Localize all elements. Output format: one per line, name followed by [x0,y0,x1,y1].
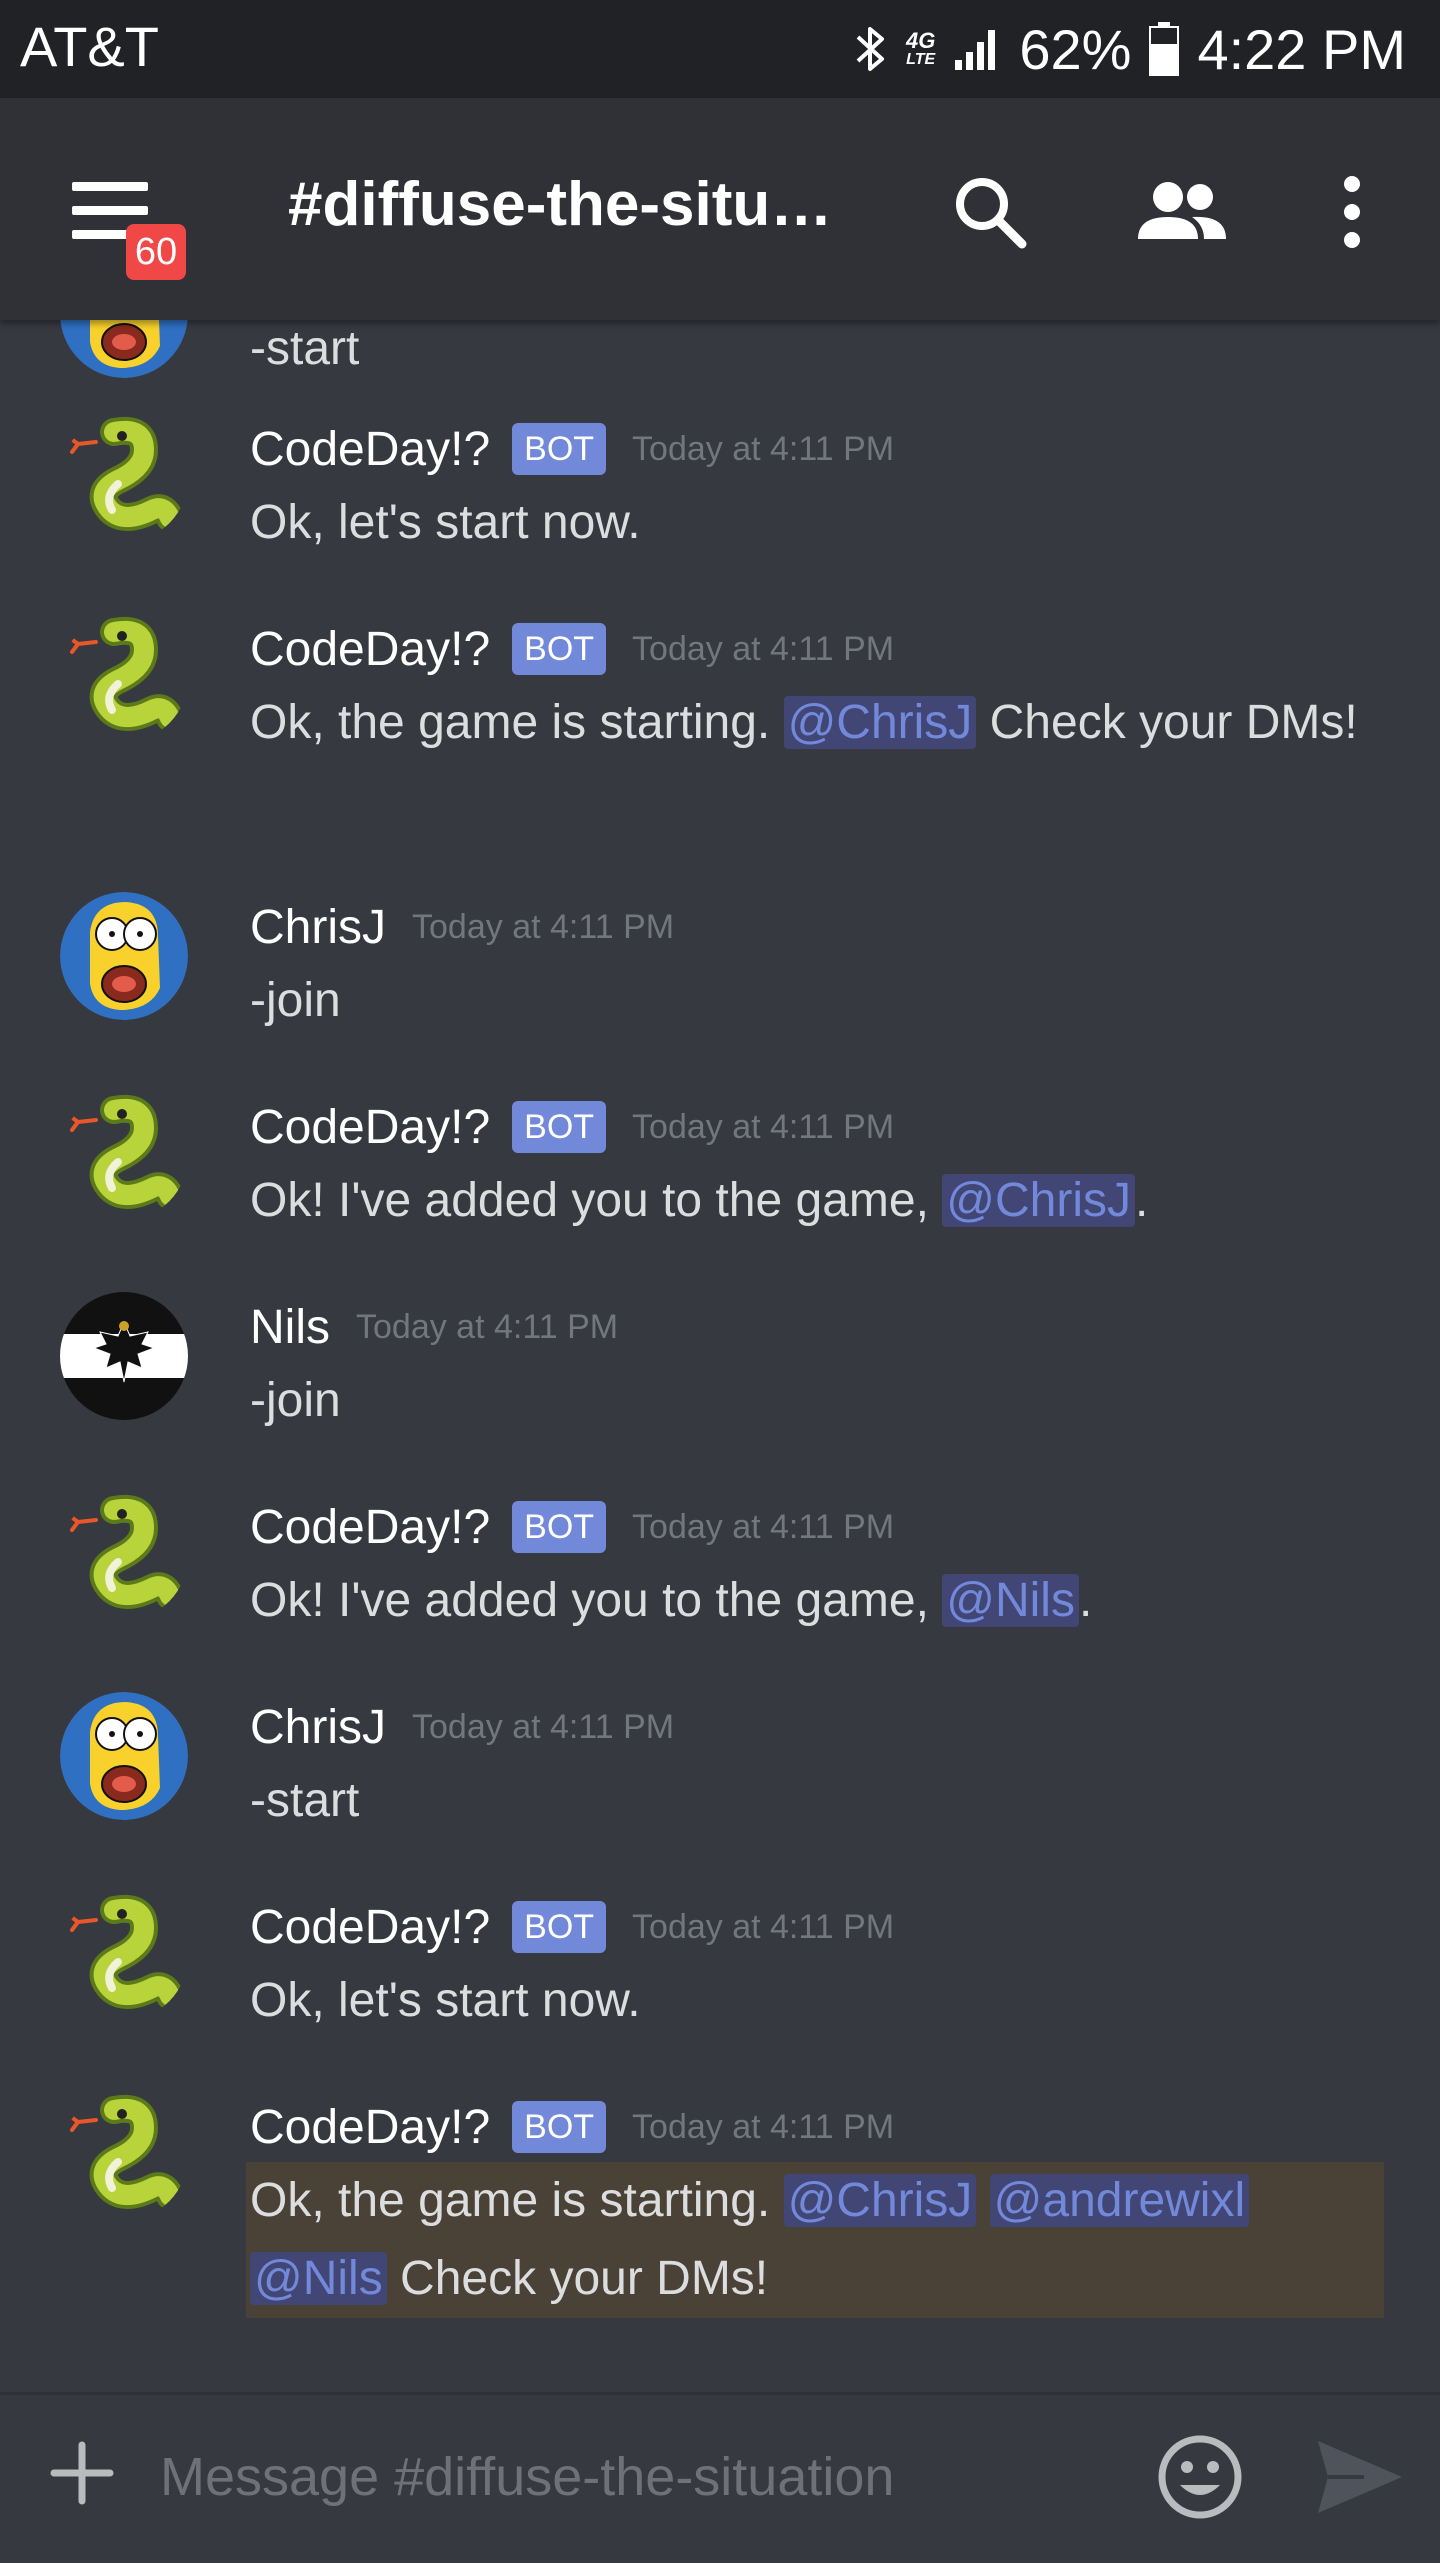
snake-avatar[interactable] [60,414,188,542]
status-bar: AT&T 4G LTE 62% 4:22 PM [0,0,1440,98]
homer-avatar[interactable] [60,892,188,1020]
message-header: CodeDay!? BOT Today at 4:11 PM [250,1892,894,1962]
bot-tag: BOT [512,1501,607,1553]
message-content: Ok, the game is starting. @ChrisJ Check … [250,684,1380,762]
homer-avatar[interactable] [60,1692,188,1820]
add-attachment-button[interactable] [46,2437,118,2509]
message-header: ChrisJ Today at 4:11 PM [250,1692,674,1762]
network-type-icon: 4G LTE [906,30,935,68]
user-mention[interactable]: @ChrisJ [783,2174,977,2227]
message-content: -start [250,1774,360,1827]
status-icons: 4G LTE 62% 4:22 PM [854,14,1406,84]
username[interactable]: CodeDay!? [250,2100,490,2155]
username[interactable]: CodeDay!? [250,1900,490,1955]
message-header: ChrisJ Today at 4:11 PM [250,892,674,962]
bot-tag: BOT [512,423,607,475]
message-content: -join [250,1374,341,1427]
send-icon [1318,2441,1402,2513]
message-content: -join [250,974,341,1027]
battery-percent: 62% [1019,17,1132,81]
snake-avatar[interactable] [60,1092,188,1220]
send-button[interactable] [1314,2437,1406,2517]
signal-icon [953,26,1001,72]
bot-tag: BOT [512,2101,607,2153]
network-sub-label: LTE [906,51,936,68]
emoji-button[interactable] [1156,2433,1244,2521]
search-button[interactable] [942,164,1038,260]
members-button[interactable] [1134,164,1230,260]
clock: 4:22 PM [1197,17,1406,81]
timestamp: Today at 4:11 PM [356,1307,619,1346]
channel-title[interactable]: #diffuse-the-situ… [288,160,888,250]
content-text: . [1078,1574,1093,1627]
message-content: Ok, let's start now. [250,496,641,549]
username[interactable]: CodeDay!? [250,1500,490,1555]
content-text: Ok! I've added you to the game, [250,1574,943,1627]
search-icon [956,178,1027,249]
more-vertical-icon [1344,176,1360,248]
username[interactable]: Nils [250,1300,330,1355]
bluetooth-icon [854,23,888,75]
message-header: CodeDay!? BOT Today at 4:11 PM [250,414,894,484]
message-content: Ok! I've added you to the game, @Nils. [250,1562,1380,1640]
timestamp: Today at 4:11 PM [632,1107,895,1146]
message-input[interactable] [158,2421,1122,2533]
message-content: Ok, let's start now. [250,1974,641,2027]
members-icon [1138,182,1226,239]
eagle-flag-avatar[interactable] [60,1292,188,1420]
content-text: Ok, the game is starting. [250,2174,784,2227]
username[interactable]: ChrisJ [250,900,386,955]
snake-avatar[interactable] [60,2092,188,2220]
snake-avatar[interactable] [60,614,188,742]
user-mention[interactable]: @Nils [250,2252,387,2305]
timestamp: Today at 4:11 PM [632,629,895,668]
bot-tag: BOT [512,623,607,675]
message-header: Nils Today at 4:11 PM [250,1292,618,1362]
timestamp: Today at 4:11 PM [412,907,675,946]
user-mention[interactable]: @ChrisJ [783,696,977,749]
homer-avatar[interactable] [60,320,188,378]
timestamp: Today at 4:11 PM [412,1707,675,1746]
user-mention[interactable]: @Nils [942,1574,1079,1627]
username[interactable]: CodeDay!? [250,1100,490,1155]
network-label: 4G [905,28,936,53]
timestamp: Today at 4:11 PM [632,1907,895,1946]
message-header: CodeDay!? BOT Today at 4:11 PM [250,614,894,684]
bot-tag: BOT [512,1901,607,1953]
bot-tag: BOT [512,1101,607,1153]
content-text: Check your DMs! [976,696,1358,749]
user-mention[interactable]: @ChrisJ [942,1174,1135,1227]
message-content: -start [250,322,360,375]
more-options-button[interactable] [1304,164,1400,260]
snake-avatar[interactable] [60,1892,188,2020]
content-text: Ok, the game is starting. [250,696,784,749]
message-content: Ok! I've added you to the game, @ChrisJ. [250,1162,1380,1240]
unread-badge: 60 [126,224,186,280]
content-text: Ok! I've added you to the game, [250,1174,943,1227]
message-input-bar [0,2392,1440,2563]
username[interactable]: ChrisJ [250,1700,386,1755]
message-header: CodeDay!? BOT Today at 4:11 PM [250,2092,894,2162]
message-header: CodeDay!? BOT Today at 4:11 PM [250,1092,894,1162]
message-header: CodeDay!? BOT Today at 4:11 PM [250,1492,894,1562]
timestamp: Today at 4:11 PM [632,2107,895,2146]
content-text: . [1134,1174,1149,1227]
content-text: Check your DMs! [386,2252,769,2305]
username[interactable]: CodeDay!? [250,622,490,677]
timestamp: Today at 4:11 PM [632,1507,895,1546]
message-list[interactable]: -start CodeDay!? BOT Today at 4:11 PM Ok… [0,320,1440,2392]
user-mention[interactable]: @andrewixl [989,2174,1250,2227]
snake-avatar[interactable] [60,1492,188,1620]
emoji-icon [1158,2435,1242,2519]
battery-icon [1149,22,1180,76]
timestamp: Today at 4:11 PM [632,429,895,468]
username[interactable]: CodeDay!? [250,422,490,477]
plus-icon [50,2441,114,2505]
mentioned-message-content: Ok, the game is starting. @ChrisJ @andre… [246,2162,1384,2318]
channel-toolbar: 60 #diffuse-the-situ… [0,98,1440,320]
carrier-label: AT&T [20,15,159,78]
